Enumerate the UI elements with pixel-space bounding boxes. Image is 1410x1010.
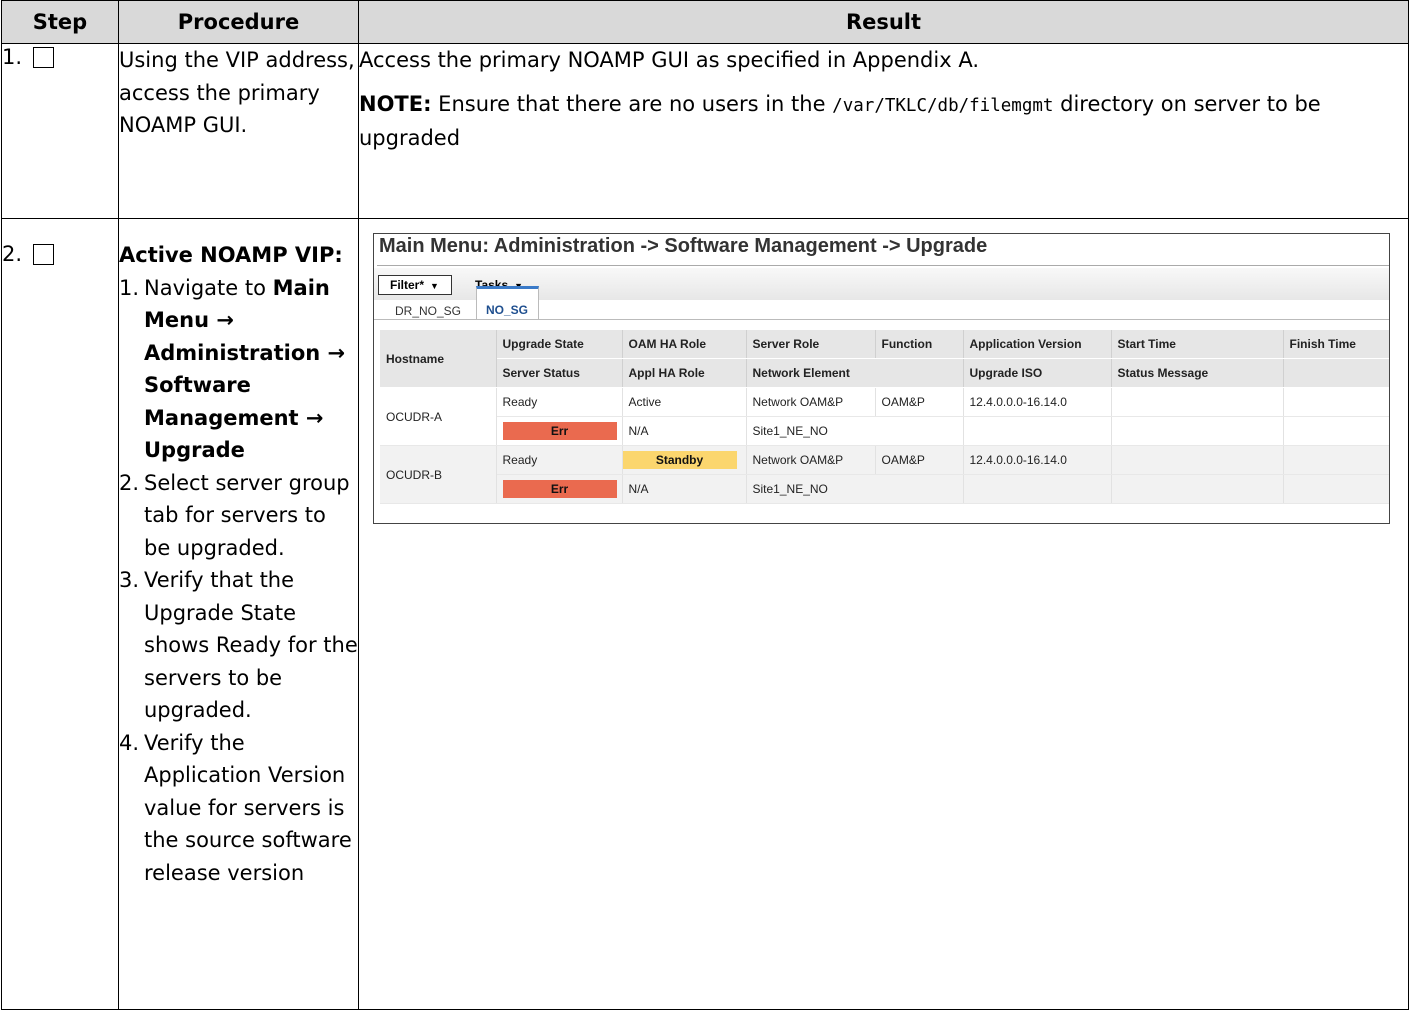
result-header: Result <box>358 0 1409 44</box>
empty-cell <box>1283 474 1389 504</box>
step-text: Navigate to Main Menu → Administration →… <box>144 275 346 463</box>
col-header: Function <box>875 330 964 359</box>
col-header: Status Message <box>1111 358 1284 388</box>
function-cell: OAM&P <box>875 387 964 417</box>
step-number: 1. <box>2 45 23 69</box>
col-header: OAM HA Role <box>622 330 747 359</box>
screenshot-title: Main Menu: Administration -> Software Ma… <box>379 235 988 257</box>
result-cell: Main Menu: Administration -> Software Ma… <box>358 218 1409 1010</box>
server-status-cell: Err <box>496 474 623 504</box>
procedure-step: 2. Select server group tab for servers to… <box>119 467 358 565</box>
step-text: Verify the Application Version value for… <box>144 730 352 885</box>
tab-no-sg[interactable]: NO_SG <box>476 286 539 320</box>
step-index: 1. <box>119 275 140 300</box>
step-number: 2. <box>2 242 23 266</box>
function-cell: OAM&P <box>875 445 964 475</box>
procedure-cell: Active NOAMP VIP: 1. Navigate to Main Men… <box>118 218 359 1010</box>
note-path: /var/TKLC/db/filemgmt <box>832 96 1054 116</box>
result-cell: Access the primary NOAMP GUI as specifie… <box>358 43 1409 219</box>
app-version-cell: 12.4.0.0.0-16.14.0 <box>963 445 1112 475</box>
oam-ha-role-cell: Standby <box>622 445 747 475</box>
app-version-cell: 12.4.0.0.0-16.14.0 <box>963 387 1112 417</box>
col-header <box>1283 358 1389 388</box>
step-text: Select server group tab for servers to b… <box>144 470 350 560</box>
col-header: Upgrade ISO <box>963 358 1112 388</box>
step-cell: 2. <box>1 218 119 1010</box>
start-time-cell <box>1111 445 1284 475</box>
status-message-cell <box>1111 416 1284 446</box>
status-badge: Err <box>502 480 617 498</box>
step-checkbox[interactable] <box>33 46 55 68</box>
header-row: Server Status Appl HA Role Network Eleme… <box>380 358 1389 388</box>
procedure-table: Step Procedure Result 1. Using the VIP a… <box>1 0 1409 1010</box>
network-element-cell: Site1_NE_NO <box>746 416 964 446</box>
step-cell: 1. <box>1 43 119 219</box>
result-line: Access the primary NOAMP GUI as specifie… <box>359 48 979 72</box>
col-header: Start Time <box>1111 330 1284 359</box>
procedure-text: Using the VIP address, access the primar… <box>119 48 355 137</box>
procedure-step: 1. Navigate to Main Menu → Administration… <box>119 272 358 467</box>
appl-ha-role-cell: N/A <box>622 474 747 504</box>
start-time-cell <box>1111 387 1284 417</box>
col-header: Server Role <box>746 330 876 359</box>
hostname-cell: OCUDR-A <box>380 387 497 446</box>
network-element-cell: Site1_NE_NO <box>746 474 964 504</box>
tab-divider <box>374 319 1389 320</box>
step-header: Step <box>1 0 119 44</box>
upgrade-table: Hostname Upgrade State OAM HA Role Serve… <box>380 330 1389 504</box>
procedure-steps: 1. Navigate to Main Menu → Administration… <box>119 272 358 890</box>
step-checkbox[interactable] <box>33 243 55 265</box>
title-divider <box>377 265 1389 266</box>
procedure-header: Procedure <box>118 0 359 44</box>
col-header: Hostname <box>380 330 497 388</box>
note-label: NOTE: <box>359 92 432 116</box>
table-row[interactable]: Err N/A Site1_NE_NO <box>380 416 1389 446</box>
note-text: Ensure that there are no users in the <box>431 92 833 116</box>
tab-dr-no-sg[interactable]: DR_NO_SG <box>395 286 461 320</box>
col-header: Upgrade State <box>496 330 623 359</box>
procedure-title: Active NOAMP VIP: <box>119 243 343 267</box>
server-role-cell: Network OAM&P <box>746 387 876 417</box>
oam-ha-role-cell: Active <box>622 387 747 417</box>
result-note: NOTE: Ensure that there are no users in … <box>359 88 1408 154</box>
finish-time-cell <box>1283 445 1389 475</box>
step-index: 3. <box>119 568 140 592</box>
upgrade-iso-cell <box>963 474 1112 504</box>
status-badge: Err <box>502 422 617 440</box>
server-role-cell: Network OAM&P <box>746 445 876 475</box>
col-header: Finish Time <box>1283 330 1389 359</box>
upgrade-iso-cell <box>963 416 1112 446</box>
step-row-2: 2. Active NOAMP VIP: 1. Navigate to Main … <box>1 218 1409 1010</box>
finish-time-cell <box>1283 387 1389 417</box>
nav-main-menu: Main Menu → Administration → Software Ma… <box>144 275 346 463</box>
procedure-step: 3. Verify that the Upgrade State shows Re… <box>119 564 358 727</box>
table-row[interactable]: OCUDR-B Ready Standby Network OAM&P OAM&… <box>380 445 1389 504</box>
col-header: Network Element <box>746 358 964 388</box>
appl-ha-role-cell: N/A <box>622 416 747 446</box>
empty-cell <box>1283 416 1389 446</box>
header-row: Step Procedure Result <box>1 0 1409 44</box>
upgrade-screenshot: Main Menu: Administration -> Software Ma… <box>373 233 1390 524</box>
upgrade-state-cell: Ready <box>496 445 623 475</box>
table-row[interactable]: Err N/A Site1_NE_NO <box>380 474 1389 504</box>
table-row[interactable]: OCUDR-A Ready Active Network OAM&P OAM&P… <box>380 387 1389 446</box>
server-status-cell: Err <box>496 416 623 446</box>
step-index: 4. <box>119 730 140 755</box>
procedure-step: 4. Verify the Application Version value f… <box>119 727 358 890</box>
hostname-cell: OCUDR-B <box>380 445 497 504</box>
step-index: 2. <box>119 470 140 495</box>
col-header: Appl HA Role <box>622 358 747 388</box>
step-text: Verify that the Upgrade State shows Read… <box>144 568 358 722</box>
col-header: Server Status <box>496 358 623 388</box>
procedure-cell: Using the VIP address, access the primar… <box>118 43 359 219</box>
standby-badge: Standby <box>622 451 737 469</box>
col-header: Application Version <box>963 330 1112 359</box>
step-row-1: 1. Using the VIP address, access the pri… <box>1 43 1409 219</box>
upgrade-state-cell: Ready <box>496 387 623 417</box>
header-row: Hostname Upgrade State OAM HA Role Serve… <box>380 330 1389 388</box>
status-message-cell <box>1111 474 1284 504</box>
